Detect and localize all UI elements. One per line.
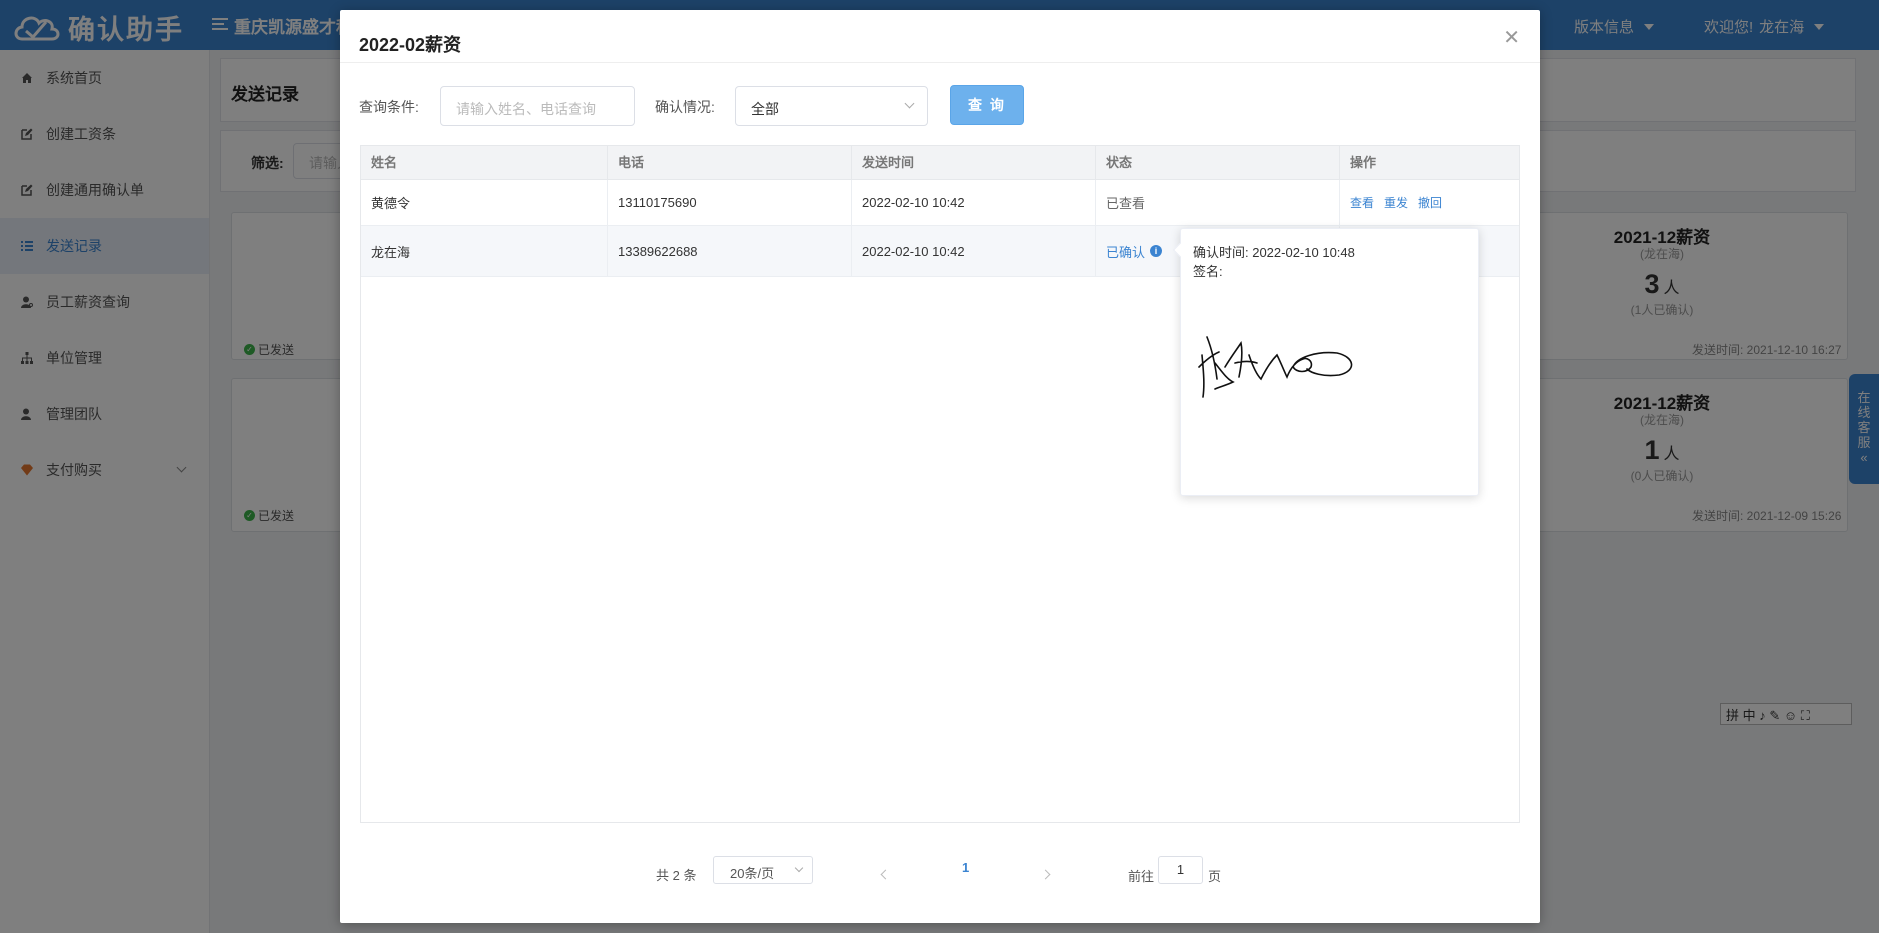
column-header-name: 姓名 [361,146,608,180]
query-label: 查询条件: [359,99,419,115]
page-number-current[interactable]: 1 [962,860,969,875]
cell-phone: 13389622688 [608,226,852,276]
resend-link[interactable]: 重发 [1384,194,1408,211]
column-header-time: 发送时间 [852,146,1096,180]
next-page-icon[interactable] [1040,869,1051,880]
cell-actions: 查看 重发 撤回 [1340,180,1519,225]
confirm-time: 确认时间: 2022-02-10 10:48 [1193,245,1355,260]
view-link[interactable]: 查看 [1350,194,1374,211]
dialog-title: 2022-02薪资 [359,35,462,55]
table-header: 姓名 电话 发送时间 状态 操作 [361,146,1519,180]
cell-time: 2022-02-10 10:42 [852,180,1096,225]
app-root: 确认助手 重庆凯源盛才科 版本信息 欢迎您! 龙在海 系统首页 创建工资条 创建… [0,0,1879,933]
query-button[interactable]: 查 询 [950,85,1024,125]
select-value: 全部 [751,101,779,117]
prev-page-icon[interactable] [880,869,891,880]
confirmation-popover: 确认时间: 2022-02-10 10:48 签名: [1172,228,1479,496]
search-input[interactable]: 请输入姓名、电话查询 [440,86,635,126]
goto-page-input[interactable]: 1 [1158,856,1203,884]
close-icon[interactable]: ✕ [1503,28,1520,48]
cell-name: 黄德令 [361,180,608,225]
signature-image [1198,336,1353,398]
confirm-status-label: 确认情况: [655,99,715,115]
revoke-link[interactable]: 撤回 [1418,194,1442,211]
confirmed-status[interactable]: 已确认 i [1106,242,1163,261]
table-row: 黄德令 13110175690 2022-02-10 10:42 已查看 查看 … [361,180,1519,226]
signature-label: 签名: [1193,264,1223,279]
column-header-status: 状态 [1096,146,1340,180]
page-size-select[interactable]: 20条/页 [713,856,813,884]
cell-time: 2022-02-10 10:42 [852,226,1096,276]
column-header-phone: 电话 [608,146,852,180]
divider [340,62,1540,63]
info-icon[interactable]: i [1150,245,1163,257]
cell-status: 已查看 [1096,180,1340,225]
cell-name: 龙在海 [361,226,608,276]
goto-label: 前往 [1128,869,1155,884]
column-header-actions: 操作 [1350,155,1377,170]
chevron-down-icon [904,98,915,109]
pagination-total: 共 2 条 [656,868,697,883]
page-suffix: 页 [1208,869,1222,884]
chevron-down-icon [794,863,804,873]
page-size-value: 20条/页 [730,866,775,881]
status-text: 已确认 [1106,244,1146,260]
cell-phone: 13110175690 [608,180,852,225]
confirm-status-select[interactable]: 全部 [735,86,928,126]
